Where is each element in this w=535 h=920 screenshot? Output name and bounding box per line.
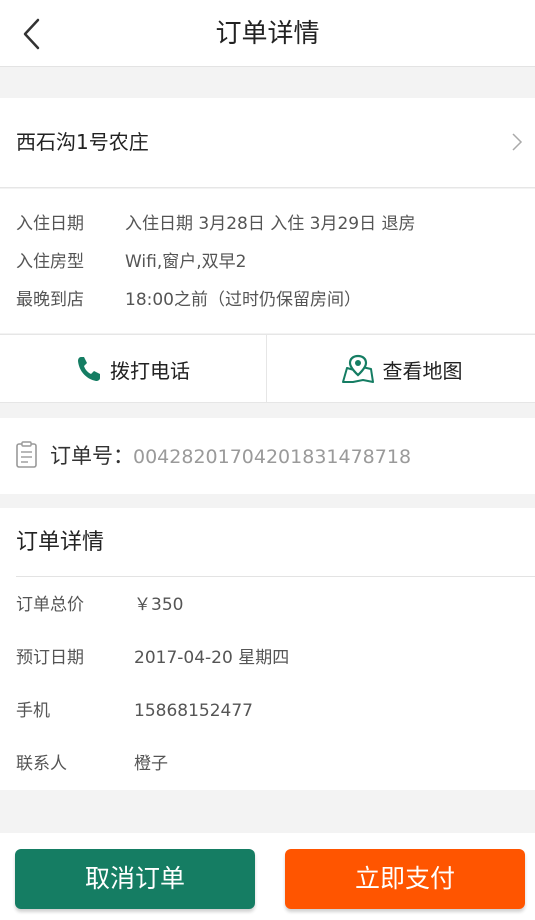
order-document-icon (16, 441, 37, 468)
detail-value: ￥350 (134, 595, 184, 615)
detail-value: 15868152477 (134, 701, 253, 721)
detail-value: 橙子 (134, 754, 168, 774)
chevron-right-icon (512, 133, 523, 151)
divider (16, 576, 535, 577)
detail-row-total: 订单总价 ￥350 (0, 591, 535, 619)
order-number-value: 00428201704201831478718 (133, 446, 412, 468)
detail-row-date: 预订日期 2017-04-20 星期四 (0, 644, 535, 672)
detail-key: 手机 (16, 701, 50, 721)
page-title: 订单详情 (215, 19, 320, 49)
order-number-label: 订单号： (50, 444, 134, 468)
footer-bar: 取消订单 立即支付 (0, 833, 535, 920)
order-details-section: 订单详情 订单总价 ￥350 预订日期 2017-04-20 星期四 手机 15… (0, 508, 535, 790)
call-button[interactable]: 拨打电话 (0, 335, 267, 403)
info-value: 入住日期 3月28日 入住 3月29日 退房 (125, 214, 416, 234)
info-value: Wifi,窗户,双早2 (125, 252, 247, 272)
map-label: 查看地图 (382, 358, 463, 383)
detail-key: 联系人 (16, 754, 67, 774)
call-label: 拨打电话 (110, 358, 190, 383)
detail-key: 订单总价 (16, 595, 84, 615)
order-number-row: 订单号： 00428201704201831478718 (0, 418, 535, 494)
info-value: 18:00之前（过时仍保留房间） (125, 290, 361, 310)
booking-info: 入住日期 入住日期 3月28日 入住 3月29日 退房 入住房型 Wifi,窗户… (0, 189, 535, 333)
info-key: 入住房型 (16, 252, 84, 272)
detail-row-phone: 手机 15868152477 (0, 697, 535, 725)
hotel-row[interactable]: 西石沟1号农庄 (0, 98, 535, 188)
cancel-order-button[interactable]: 取消订单 (15, 849, 255, 909)
info-row-arrival: 最晚到店 18:00之前（过时仍保留房间） (0, 285, 535, 315)
detail-value: 2017-04-20 星期四 (134, 648, 290, 668)
phone-icon (78, 357, 100, 381)
detail-row-contact: 联系人 橙子 (0, 750, 535, 778)
action-bar: 拨打电话 查看地图 (0, 334, 535, 403)
info-row-checkin: 入住日期 入住日期 3月28日 入住 3月29日 退房 (0, 209, 535, 239)
map-button[interactable]: 查看地图 (268, 335, 535, 403)
pay-now-button[interactable]: 立即支付 (285, 849, 525, 909)
hotel-name: 西石沟1号农庄 (16, 130, 149, 154)
info-row-room-type: 入住房型 Wifi,窗户,双早2 (0, 247, 535, 277)
detail-key: 预订日期 (16, 648, 84, 668)
map-pin-icon (341, 354, 374, 383)
info-key: 入住日期 (16, 214, 84, 234)
header-bar: 订单详情 (0, 0, 535, 67)
info-key: 最晚到店 (16, 290, 84, 310)
section-title: 订单详情 (16, 530, 105, 555)
